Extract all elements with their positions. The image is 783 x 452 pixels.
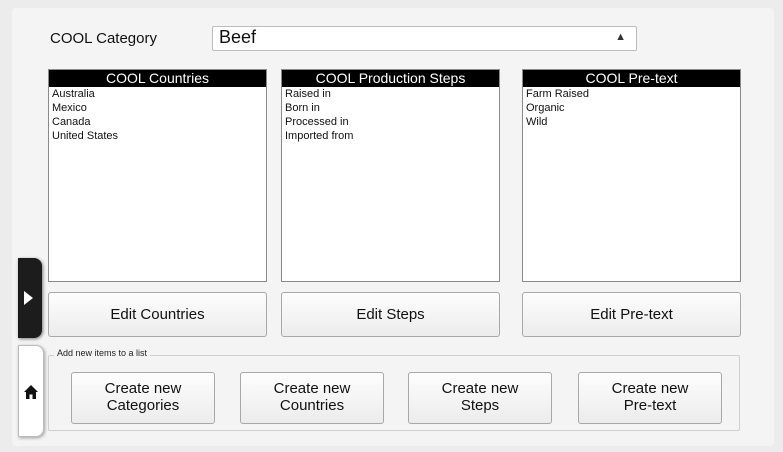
create-button-line1: Create new <box>273 380 351 397</box>
home-tab[interactable] <box>18 345 44 437</box>
create-button-line2: Steps <box>460 397 500 414</box>
play-icon <box>24 291 33 305</box>
list-item[interactable]: Wild <box>523 115 740 129</box>
production-steps-list-header: COOL Production Steps <box>282 70 499 87</box>
list-item[interactable]: Farm Raised <box>523 87 740 101</box>
list-item[interactable]: Mexico <box>49 101 266 115</box>
list-item[interactable]: Australia <box>49 87 266 101</box>
category-label: COOL Category <box>50 30 157 47</box>
create-pretext-button[interactable]: Create new Pre-text <box>578 372 722 424</box>
home-icon <box>24 385 38 399</box>
create-button-line1: Create new <box>441 380 519 397</box>
list-item[interactable]: Raised in <box>282 87 499 101</box>
create-categories-button[interactable]: Create new Categories <box>71 372 215 424</box>
create-steps-button[interactable]: Create new Steps <box>408 372 552 424</box>
edit-countries-button[interactable]: Edit Countries <box>48 292 267 337</box>
list-item[interactable]: Organic <box>523 101 740 115</box>
create-button-line2: Categories <box>106 397 180 414</box>
edit-steps-button[interactable]: Edit Steps <box>281 292 500 337</box>
list-item[interactable]: Born in <box>282 101 499 115</box>
list-item[interactable]: Processed in <box>282 115 499 129</box>
create-button-line2: Pre-text <box>623 397 677 414</box>
countries-listbox[interactable]: COOL Countries Australia Mexico Canada U… <box>48 69 267 282</box>
list-item[interactable]: Canada <box>49 115 266 129</box>
list-item[interactable]: Imported from <box>282 129 499 143</box>
create-button-line1: Create new <box>611 380 689 397</box>
pretext-list-header: COOL Pre-text <box>523 70 740 87</box>
category-select-value: Beef <box>219 27 257 47</box>
list-item[interactable]: United States <box>49 129 266 143</box>
select-arrows-icon: ▲︎ <box>615 31 626 43</box>
pretext-listbox[interactable]: COOL Pre-text Farm Raised Organic Wild <box>522 69 741 282</box>
add-items-legend: Add new items to a list <box>54 348 151 358</box>
create-countries-button[interactable]: Create new Countries <box>240 372 384 424</box>
production-steps-listbox[interactable]: COOL Production Steps Raised in Born in … <box>281 69 500 282</box>
expand-panel-tab[interactable] <box>18 258 42 338</box>
countries-list-header: COOL Countries <box>49 70 266 87</box>
create-button-line2: Countries <box>279 397 345 414</box>
create-button-line1: Create new <box>104 380 182 397</box>
edit-pretext-button[interactable]: Edit Pre-text <box>522 292 741 337</box>
category-select[interactable]: Beef ▲︎ <box>212 26 637 51</box>
